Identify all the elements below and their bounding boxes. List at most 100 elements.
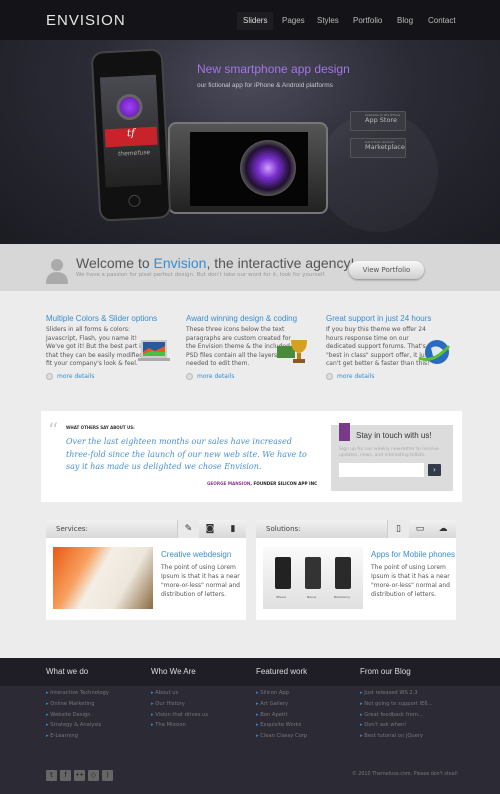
box-title[interactable]: Apps for Mobile phones — [371, 550, 455, 559]
footer-link[interactable]: Online Marketing — [46, 699, 109, 710]
feature-1: Multiple Colors & Slider options Sliders … — [46, 314, 171, 369]
box-label: Services: — [56, 525, 88, 533]
phone-caption: Blackberry — [334, 595, 351, 599]
footer-link[interactable]: Best tutorial on jQuery — [360, 731, 433, 742]
flickr-icon[interactable]: •• — [74, 770, 85, 781]
store-label: Marketplace — [365, 143, 405, 151]
newsletter-text: Sign up for our weekly newsletter to rec… — [339, 447, 439, 458]
newsletter-email-input[interactable] — [339, 463, 424, 477]
more-details-link-1[interactable]: more details — [46, 373, 94, 380]
footer-col-title: Featured work — [256, 667, 308, 676]
globe-icon — [418, 340, 451, 364]
footer-col-title: What we do — [46, 667, 89, 676]
footer-link[interactable]: Clean Classy Corp — [256, 731, 307, 742]
feature-text: Sliders in all forms & colors: Javascrip… — [46, 326, 151, 368]
camera-lens-icon — [240, 140, 296, 196]
title-pre: Welcome to — [76, 255, 154, 271]
footer-link[interactable]: Great feedback from... — [360, 710, 433, 721]
footer-link[interactable]: E-Learning — [46, 731, 109, 742]
solutions-header: Solutions: ▯ ▭ ☁ — [256, 520, 456, 538]
app-name: themefuse — [117, 149, 151, 158]
more-details-link-3[interactable]: more details — [326, 373, 374, 380]
footer-link[interactable]: Exquisite Works — [256, 720, 307, 731]
footer-link[interactable]: Website Design — [46, 710, 109, 721]
mobile-phones-image: iPhone Nexus Blackberry — [263, 547, 363, 609]
title-brand: Envision — [153, 255, 207, 271]
footer-col-title: Who We Are — [151, 667, 196, 676]
phone-caption: iPhone — [276, 595, 287, 599]
more-details-link-2[interactable]: more details — [186, 373, 234, 380]
camera-icon[interactable]: ◙ — [199, 520, 221, 538]
nav-styles[interactable]: Styles — [311, 12, 345, 30]
footer-link[interactable]: Art Gallery — [256, 699, 307, 710]
footer-link[interactable]: Interactive Technology — [46, 688, 109, 699]
footer-link[interactable]: Vision that drives us — [151, 710, 208, 721]
brush-icon[interactable]: ✎ — [177, 520, 199, 538]
feature-title: Great support in just 24 hours — [326, 314, 432, 323]
twitter-icon[interactable]: t — [46, 770, 57, 781]
nav-blog[interactable]: Blog — [391, 12, 419, 30]
nav-portfolio[interactable]: Portfolio — [347, 12, 388, 30]
more-label: more details — [57, 373, 95, 380]
footer-link[interactable]: Silicon App — [256, 688, 307, 699]
store-label: App Store — [365, 116, 397, 124]
nav-pages[interactable]: Pages — [276, 12, 311, 30]
author-role: , FOUNDER SILICON APP INC — [250, 481, 318, 486]
person-icon — [46, 259, 68, 284]
welcome-title: Welcome to Envision, the interactive age… — [76, 255, 354, 271]
footer-link[interactable]: About us — [151, 688, 208, 699]
trophy-icon — [277, 340, 307, 363]
feature-title: Award winning design & coding — [186, 314, 298, 323]
testimonial-quote: Over the last eighteen months our sales … — [66, 437, 307, 471]
footer-link[interactable]: Not going to support IE6... — [360, 699, 432, 710]
footer-col-title: From our Blog — [360, 667, 411, 676]
app-store-button[interactable]: Available on the iPhone App Store — [350, 111, 406, 131]
cloud-icon[interactable]: ☁ — [432, 520, 454, 538]
view-portfolio-button[interactable]: View Portfolio — [349, 261, 424, 279]
camera-app-icon — [115, 93, 144, 121]
social-links: t f •• ◇) — [46, 770, 116, 781]
footer-link[interactable]: Don't ask when! — [360, 720, 433, 731]
footer-col-what-we-do: What we do Interactive TechnologyOnline … — [46, 667, 109, 742]
bar-chart-icon[interactable]: ▮ — [222, 520, 244, 538]
footer-col-blog: From our Blog Just released WS 2.3Not go… — [360, 667, 433, 742]
laptop-chart-icon — [138, 340, 170, 361]
testimonial-label: WHAT OTHERS SAY ABOUT US: — [66, 425, 135, 430]
box-title[interactable]: Creative webdesign — [161, 550, 231, 559]
nav-sliders[interactable]: Sliders — [237, 12, 274, 30]
plus-icon — [46, 373, 53, 380]
feature-text: If you buy this theme we offer 24 hours … — [326, 326, 431, 368]
footer-link[interactable]: Strategy & Analysis — [46, 720, 109, 731]
creative-webdesign-image — [53, 547, 153, 609]
logo[interactable]: ENVISION — [46, 12, 126, 29]
nav-contact[interactable]: Contact — [422, 12, 462, 30]
newsletter-submit-button[interactable]: › — [428, 464, 441, 476]
quote-icon: “ — [48, 418, 59, 442]
footer-link[interactable]: Our History — [151, 699, 208, 710]
footer-link[interactable]: Bon Apetit — [256, 710, 307, 721]
rss-icon[interactable]: ) — [102, 770, 113, 781]
ribbon-badge-icon — [339, 423, 350, 441]
phone-icon[interactable]: ▯ — [387, 520, 409, 538]
footer-link[interactable]: The Mission — [151, 720, 208, 731]
welcome-subtitle: We have a passion for pixel perfect desi… — [76, 272, 326, 278]
footer-link[interactable]: Just released WS 2.3 — [360, 688, 433, 699]
footer-col-who-we-are: Who We Are About usOur HistoryVision tha… — [151, 667, 208, 731]
plus-icon — [186, 373, 193, 380]
plus-icon — [326, 373, 333, 380]
phone-caption: Nexus — [307, 595, 317, 599]
marketplace-button[interactable]: Get it from Android Marketplace — [350, 138, 406, 158]
hero-slider: tf themefuse New smartphone app design o… — [0, 40, 500, 244]
feature-text: These three icons below the text paragra… — [186, 326, 291, 368]
author-name: GEORGE MANSION — [207, 481, 251, 486]
solutions-box: Solutions: ▯ ▭ ☁ iPhone Nexus Blackberry A… — [256, 520, 456, 620]
more-label: more details — [337, 373, 375, 380]
more-label: more details — [197, 373, 235, 380]
copyright: © 2010 Themefuse.com. Please don't steal… — [352, 772, 458, 777]
delicious-icon[interactable]: ◇ — [88, 770, 99, 781]
newsletter-title: Stay in touch with us! — [356, 431, 432, 440]
facebook-icon[interactable]: f — [60, 770, 71, 781]
hero-subtitle: our fictional app for iPhone & Android p… — [197, 82, 333, 89]
monitor-icon[interactable]: ▭ — [409, 520, 431, 538]
title-post: , the interactive agency! — [206, 255, 355, 271]
